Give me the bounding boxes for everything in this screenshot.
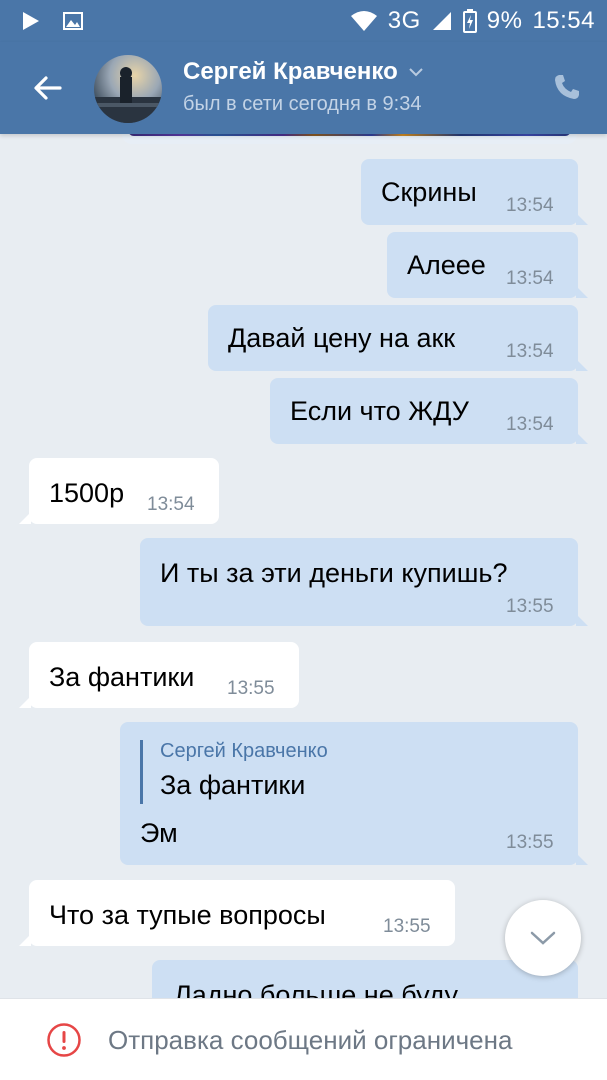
message-bubble[interactable]: За фантики 13:55: [19, 642, 299, 708]
chat-header: Сергей Кравченко был в сети сегодня в 9:…: [0, 42, 607, 134]
message-time: 13:54: [147, 494, 195, 515]
signal-icon: [432, 12, 451, 30]
avatar-photo: [94, 67, 162, 123]
clock: 15:54: [532, 7, 595, 34]
message-text: Ладно больше не буду: [174, 980, 458, 1000]
restriction-message: Отправка сообщений ограничена: [108, 1025, 513, 1055]
composer-restriction-bar: Отправка сообщений ограничена: [0, 998, 607, 1080]
status-bar: 3G 9% 15:54: [0, 0, 607, 42]
reply-author[interactable]: Сергей Кравченко: [160, 740, 328, 763]
message-time: 13:55: [383, 916, 431, 937]
battery-icon: [462, 9, 477, 33]
message-time: 13:54: [506, 341, 554, 362]
message-text: За фантики: [49, 662, 195, 692]
wifi-icon: [350, 11, 377, 31]
message-text: Что за тупые вопросы: [49, 900, 326, 930]
phone-icon[interactable]: [552, 72, 582, 102]
battery-level: 9%: [486, 7, 523, 34]
play-icon: [23, 12, 39, 30]
message-bubble[interactable]: Скрины 13:54: [361, 159, 588, 225]
message-time: 13:55: [227, 678, 275, 699]
message-bubble[interactable]: Ладно больше не буду: [152, 960, 578, 1000]
reply-message-bubble[interactable]: Сергей Кравченко За фантики Эм 13:55: [120, 722, 588, 865]
message-bubble[interactable]: И ты за эти деньги купишь? 13:55: [140, 538, 588, 626]
message-text: 1500р: [49, 478, 125, 508]
message-text: Алеее: [407, 250, 486, 280]
message-text: И ты за эти деньги купишь?: [160, 558, 508, 588]
message-bubble[interactable]: Если что ЖДУ 13:54: [270, 378, 588, 444]
previous-image-attachment[interactable]: [122, 134, 577, 144]
message-bubble[interactable]: Давай цену на акк 13:54: [208, 305, 588, 371]
last-seen: был в сети сегодня в 9:34: [183, 93, 422, 115]
chevron-down-icon: [530, 931, 556, 945]
message-time: 13:55: [506, 832, 554, 853]
scroll-down-button[interactable]: [505, 900, 581, 976]
reply-quoted-text: За фантики: [160, 770, 306, 800]
reply-quote-bar: [140, 740, 143, 804]
image-notification-icon: [63, 12, 83, 30]
message-time: 13:54: [506, 268, 554, 289]
arrow-left-icon[interactable]: [30, 70, 66, 106]
message-bubble[interactable]: Что за тупые вопросы 13:55: [19, 880, 455, 946]
message-time: 13:55: [506, 596, 554, 617]
message-text: Скрины: [381, 177, 477, 207]
network-type: 3G: [387, 7, 421, 34]
warning-icon: [47, 1023, 81, 1057]
chevron-down-icon[interactable]: [408, 67, 424, 77]
message-text: Если что ЖДУ: [290, 396, 469, 426]
message-text: Эм: [140, 818, 178, 848]
message-bubble[interactable]: 1500р 13:54: [19, 458, 219, 524]
avatar[interactable]: [94, 55, 162, 123]
contact-name[interactable]: Сергей Кравченко: [183, 58, 424, 86]
message-text: Давай цену на акк: [228, 323, 456, 353]
message-bubble[interactable]: Алеее 13:54: [387, 232, 588, 298]
message-time: 13:54: [506, 195, 554, 216]
message-time: 13:54: [506, 414, 554, 435]
contact-name-text[interactable]: Сергей Кравченко: [183, 58, 398, 86]
message-list[interactable]: Скрины 13:54 Алеее 13:54 Давай цену на а…: [0, 134, 607, 1000]
